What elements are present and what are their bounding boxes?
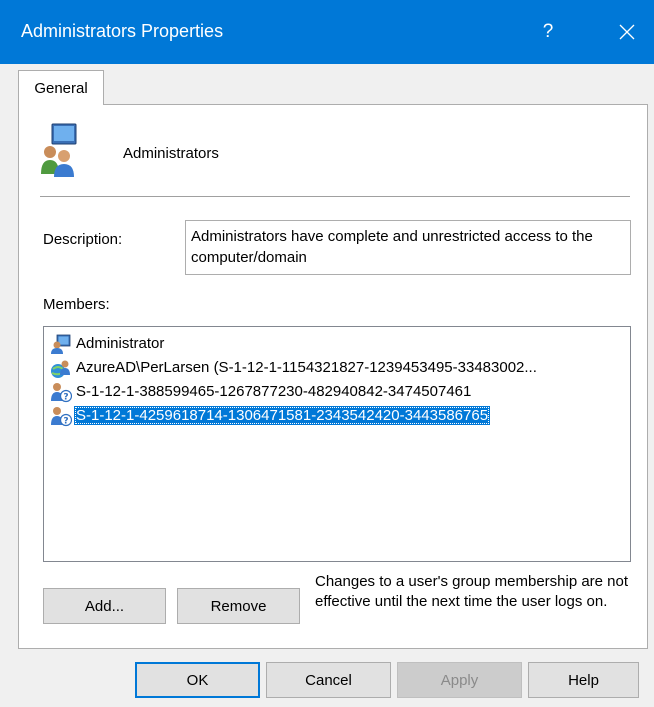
local-user-icon <box>51 334 71 354</box>
tab-general-label: General <box>34 79 88 97</box>
azure-user-icon <box>51 360 70 378</box>
member-name: Administrator <box>76 335 165 352</box>
header-divider <box>40 196 630 197</box>
list-item-selected[interactable]: ? S-1-12-1-4259618714-1306471581-2343542… <box>50 404 491 427</box>
help-button[interactable]: ? <box>533 0 563 64</box>
member-name: S-1-12-1-4259618714-1306471581-234354242… <box>74 406 491 425</box>
svg-text:?: ? <box>63 416 68 426</box>
close-icon <box>619 24 635 40</box>
list-item[interactable]: ? S-1-12-1-388599465-1267877230-48294084… <box>50 380 473 403</box>
add-button[interactable]: Add... <box>43 588 166 624</box>
group-name: Administrators <box>123 145 219 162</box>
members-label: Members: <box>43 296 110 313</box>
window-title: Administrators Properties <box>21 21 224 41</box>
close-button[interactable] <box>600 0 654 64</box>
tab-general[interactable]: General <box>18 70 104 105</box>
list-item[interactable]: Administrator <box>50 332 166 355</box>
list-item[interactable]: AzureAD\PerLarsen (S-1-12-1-1154321827-1… <box>50 356 539 379</box>
member-name: AzureAD\PerLarsen (S-1-12-1-1154321827-1… <box>76 359 537 376</box>
members-list[interactable]: Administrator AzureAD\PerLarsen (S-1-12-… <box>43 326 631 562</box>
remove-button[interactable]: Remove <box>177 588 300 624</box>
ok-button[interactable]: OK <box>135 662 260 698</box>
membership-note: Changes to a user's group membership are… <box>315 573 629 610</box>
help-footer-button[interactable]: Help <box>528 662 639 698</box>
unknown-user-icon: ? <box>51 406 72 426</box>
group-users-icon <box>41 123 77 177</box>
member-name: S-1-12-1-388599465-1267877230-482940842-… <box>76 383 472 400</box>
svg-text:?: ? <box>63 392 68 402</box>
description-field[interactable]: Administrators have complete and unrestr… <box>185 220 631 275</box>
unknown-user-icon: ? <box>51 382 72 402</box>
description-label: Description: <box>43 231 123 248</box>
title-bar[interactable]: Administrators Properties ? <box>0 0 654 64</box>
apply-button: Apply <box>397 662 522 698</box>
cancel-button[interactable]: Cancel <box>266 662 391 698</box>
